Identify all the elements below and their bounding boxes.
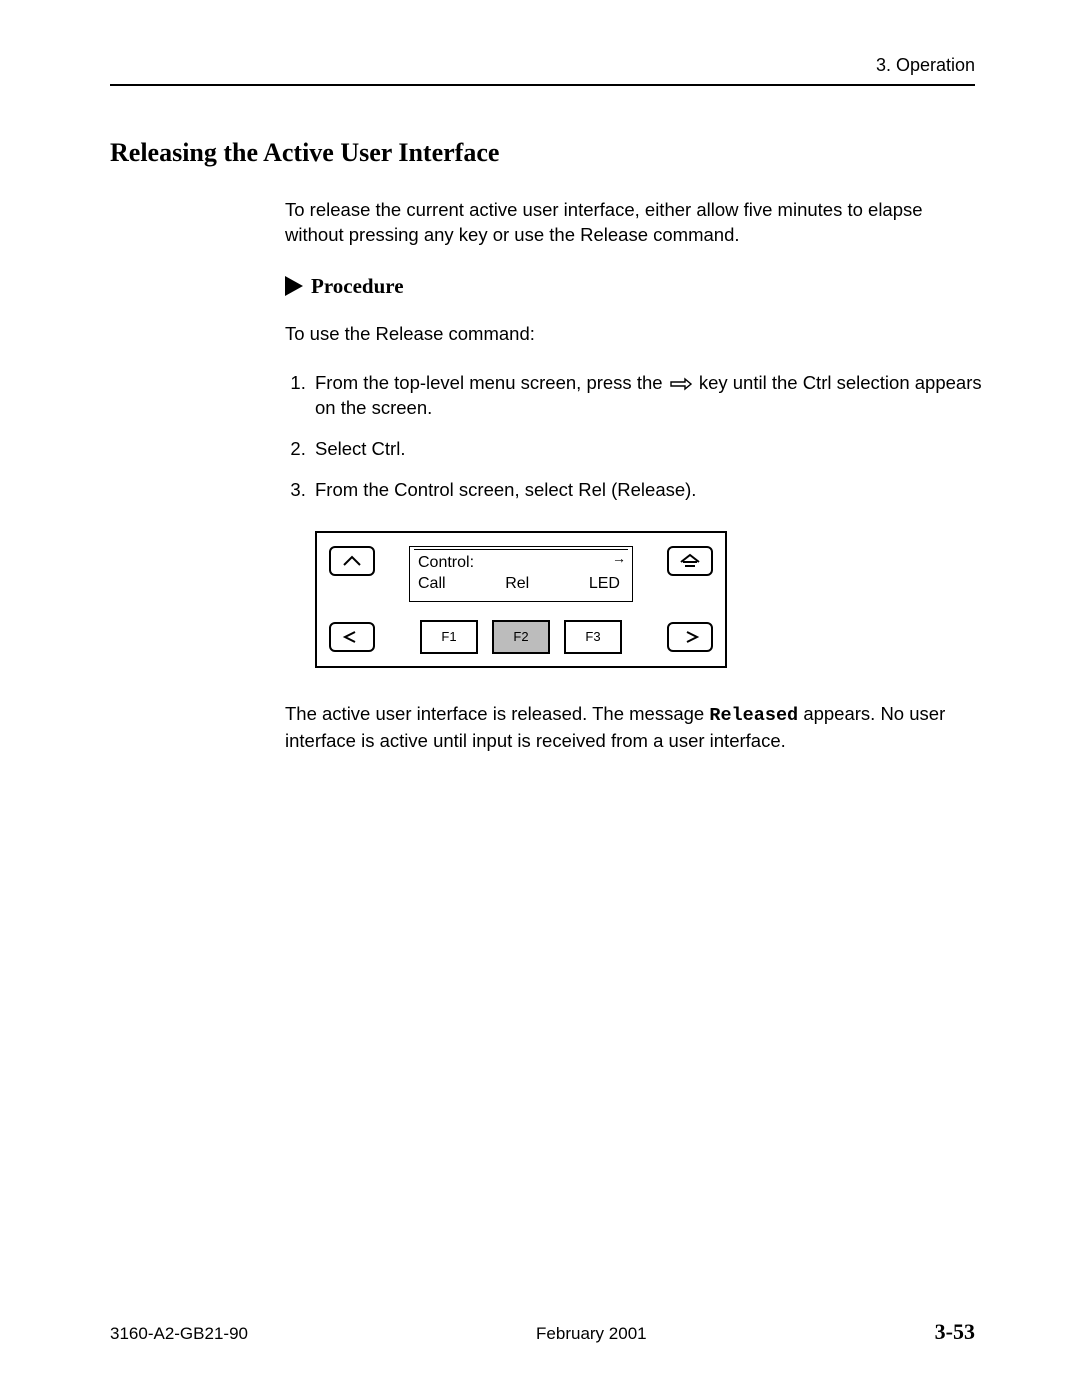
f1-key: F1 [420,620,478,654]
lcd-line-2: Call Rel LED [418,574,624,595]
result-text-a: The active user interface is released. T… [285,703,709,724]
step-1: From the top-level menu screen, press th… [311,371,985,421]
procedure-steps: From the top-level menu screen, press th… [285,371,985,503]
footer-doc-number: 3160-A2-GB21-90 [110,1324,248,1344]
procedure-heading: Procedure [285,272,985,300]
right-nav-key-icon [667,622,713,652]
fkey-group: F1 F2 F3 [420,620,622,654]
lcd-line-1: Control: [418,553,624,574]
header-rule [110,84,975,86]
section-title: Releasing the Active User Interface [110,138,975,168]
result-code: Released [709,705,798,726]
f3-key: F3 [564,620,622,654]
play-triangle-icon [285,276,303,296]
left-key-icon [329,622,375,652]
procedure-label: Procedure [311,272,404,300]
body-column: To release the current active user inter… [285,198,985,754]
footer-date: February 2001 [536,1324,647,1344]
step-1-text-a: From the top-level menu screen, press th… [315,372,668,393]
panel-bottom-row: F1 F2 F3 [329,620,713,654]
step-2: Select Ctrl. [311,437,985,462]
f2-key: F2 [492,620,550,654]
home-key-icon [667,546,713,576]
procedure-intro: To use the Release command: [285,322,985,347]
lcd-right-arrow-icon: → [612,549,626,567]
panel-top-row: → Control: Call Rel LED [329,546,713,602]
device-panel-diagram: → Control: Call Rel LED [315,531,727,668]
lcd-opt-rel: Rel [505,574,529,595]
lcd-opt-call: Call [418,574,446,595]
lcd-screen: → Control: Call Rel LED [409,546,633,602]
footer-page-number: 3-53 [935,1319,975,1345]
result-paragraph: The active user interface is released. T… [285,702,985,754]
up-key-icon [329,546,375,576]
page: 3. Operation Releasing the Active User I… [0,0,1080,1397]
intro-paragraph: To release the current active user inter… [285,198,985,248]
lcd-opt-led: LED [589,574,620,595]
running-header: 3. Operation [110,55,975,84]
right-key-icon [670,377,692,391]
page-footer: 3160-A2-GB21-90 February 2001 3-53 [110,1319,975,1345]
step-3: From the Control screen, select Rel (Rel… [311,478,985,503]
